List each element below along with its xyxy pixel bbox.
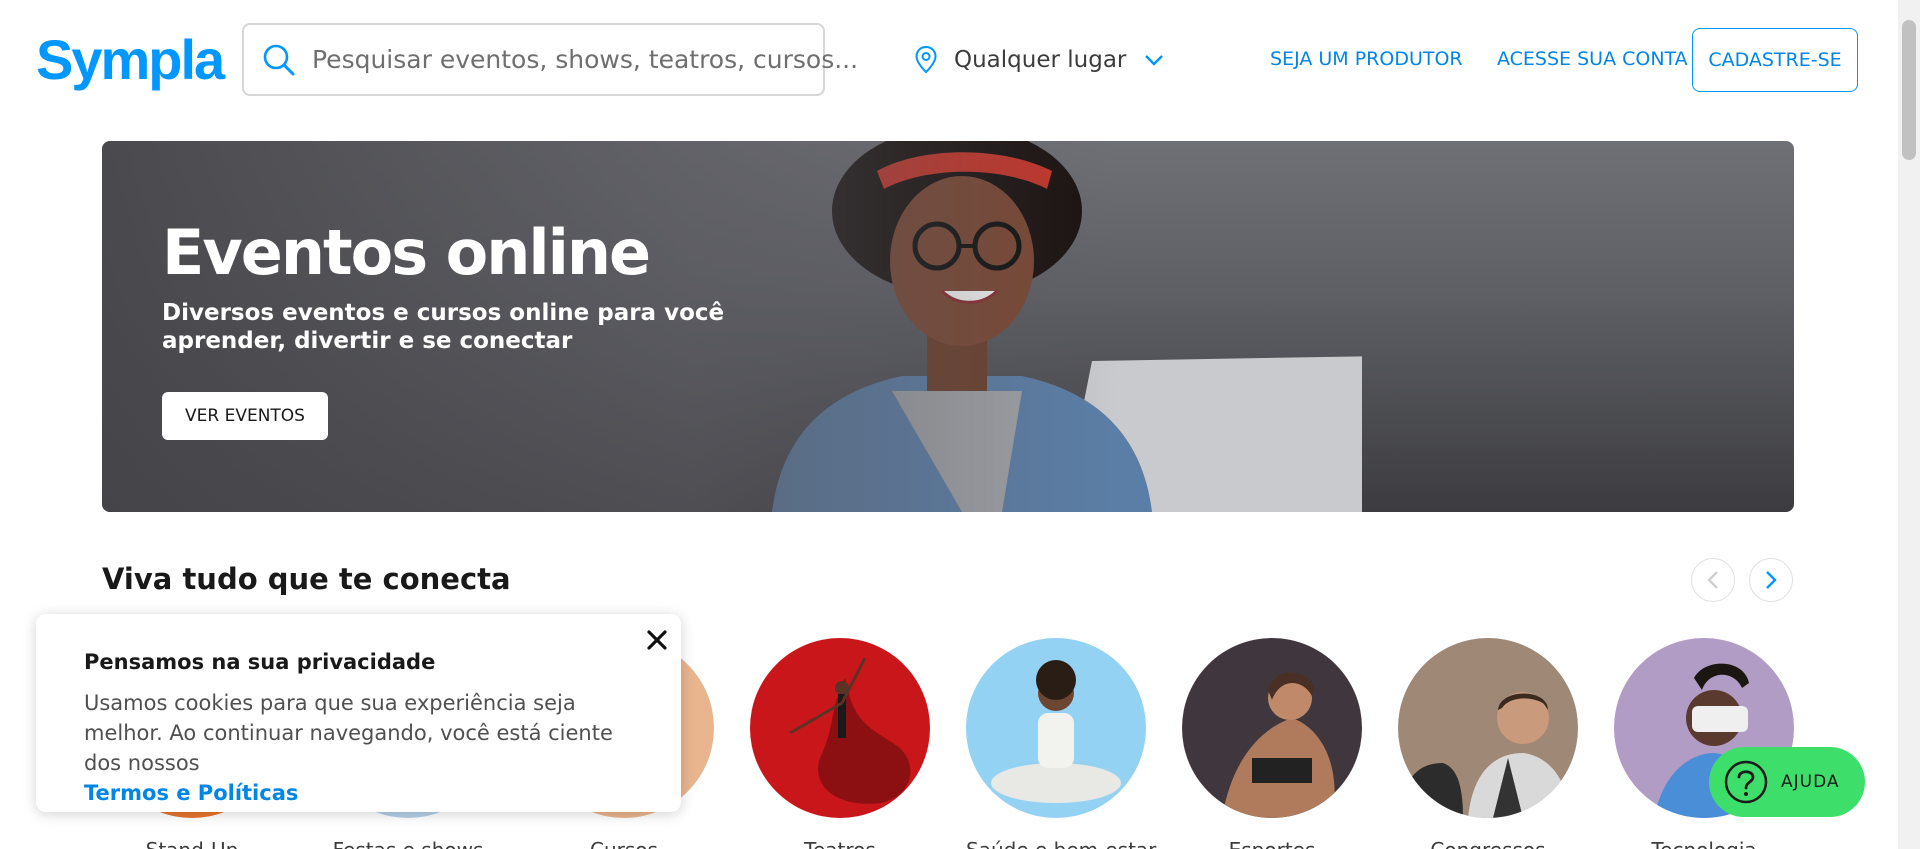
location-pin-icon bbox=[915, 45, 937, 74]
chevron-left-icon bbox=[1707, 571, 1718, 589]
athlete-image bbox=[1222, 672, 1335, 818]
site-header: Sympla Pesquisar eventos, shows, teatros… bbox=[0, 0, 1898, 120]
signup-button[interactable]: CADASTRE-SE bbox=[1692, 28, 1858, 92]
category-label[interactable]: Festas e shows bbox=[318, 838, 498, 849]
location-label: Qualquer lugar bbox=[954, 47, 1127, 73]
category-label[interactable]: Congressos bbox=[1398, 838, 1578, 849]
category-theater-image[interactable] bbox=[750, 638, 930, 818]
category-label[interactable]: Teatros bbox=[750, 838, 930, 849]
category-label[interactable]: Saúde e bem-estar bbox=[966, 838, 1156, 849]
hero-banner: Eventos online Diversos eventos e cursos… bbox=[102, 141, 1794, 512]
search-input[interactable]: Pesquisar eventos, shows, teatros, curso… bbox=[242, 23, 858, 96]
hero-subtitle: Diversos eventos e cursos online para vo… bbox=[162, 300, 725, 354]
question-icon bbox=[1724, 760, 1768, 804]
category-label[interactable]: Esportes bbox=[1182, 838, 1362, 849]
meditation-image bbox=[991, 660, 1121, 803]
category-congress-image[interactable] bbox=[1398, 638, 1578, 818]
category-wellness-image[interactable] bbox=[966, 638, 1146, 818]
login-link[interactable]: ACESSE SUA CONTA bbox=[1497, 48, 1688, 70]
people-talking-image bbox=[1398, 692, 1570, 818]
sympla-logo[interactable]: Sympla bbox=[36, 30, 225, 90]
carousel-next-button[interactable] bbox=[1749, 558, 1793, 602]
page-scrollbar[interactable] bbox=[1898, 0, 1920, 849]
hero-title: Eventos online bbox=[162, 216, 651, 289]
help-button[interactable]: AJUDA bbox=[1709, 747, 1865, 817]
location-selector[interactable]: Qualquer lugar bbox=[914, 42, 1164, 78]
close-icon bbox=[647, 630, 667, 650]
scrollbar-thumb[interactable] bbox=[1902, 20, 1916, 160]
search-placeholder: Pesquisar eventos, shows, teatros, curso… bbox=[312, 45, 859, 74]
producer-link[interactable]: SEJA UM PRODUTOR bbox=[1270, 48, 1463, 70]
search-icon bbox=[263, 44, 295, 75]
chevron-down-icon bbox=[1145, 55, 1164, 66]
cookie-text: Usamos cookies para que sua experiência … bbox=[84, 688, 644, 808]
dancer-image bbox=[789, 657, 911, 804]
cookie-title: Pensamos na sua privacidade bbox=[84, 650, 436, 674]
cookie-message: Usamos cookies para que sua experiência … bbox=[84, 691, 613, 775]
see-events-button[interactable]: VER EVENTOS bbox=[162, 392, 328, 440]
cookie-banner: Pensamos na sua privacidade Usamos cooki… bbox=[36, 614, 681, 812]
category-label[interactable]: Stand-Up bbox=[102, 838, 282, 849]
cookie-close-button[interactable] bbox=[643, 626, 671, 654]
terms-link[interactable]: Termos e Políticas bbox=[84, 781, 298, 805]
chevron-right-icon bbox=[1766, 571, 1777, 589]
help-label: AJUDA bbox=[1781, 772, 1840, 792]
category-label[interactable]: Cursos bbox=[534, 838, 714, 849]
carousel-prev-button[interactable] bbox=[1691, 558, 1735, 602]
category-label[interactable]: Tecnologia bbox=[1614, 838, 1794, 849]
category-sports-image[interactable] bbox=[1182, 638, 1362, 818]
section-title: Viva tudo que te conecta bbox=[102, 562, 511, 596]
